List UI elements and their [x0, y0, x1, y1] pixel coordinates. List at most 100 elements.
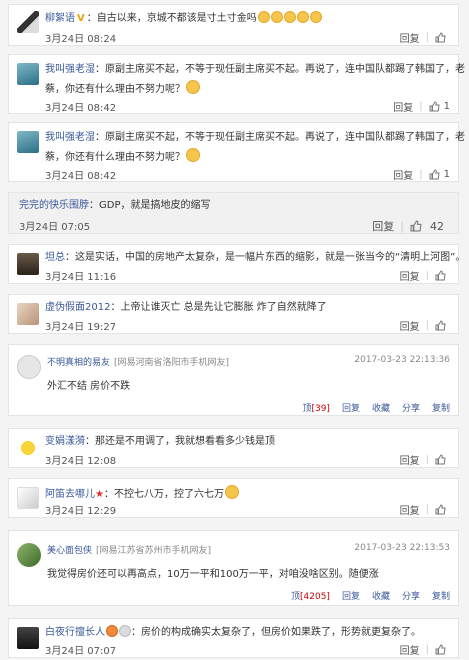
emoji-icon — [283, 11, 296, 23]
netease-date: 2017-03-23 22:13:36 — [354, 355, 450, 365]
emoji-icon — [224, 485, 239, 499]
emoji-icon — [186, 148, 200, 162]
reply-button[interactable]: 回复 — [400, 268, 420, 283]
comment-text-line2: 蔡，你还有什么理由不努力呢？ — [45, 152, 185, 163]
emoji-icon — [257, 11, 270, 23]
vip-badge-icon: V — [77, 13, 85, 24]
reply-button[interactable]: 回复 — [400, 642, 420, 657]
like-count: 1 — [443, 101, 450, 112]
comment-text-line2: 蔡，你还有什么理由不努力呢？ — [45, 84, 185, 95]
avatar[interactable] — [17, 63, 39, 85]
comment-author[interactable]: 我叫强老湿 — [45, 132, 95, 143]
collect-button[interactable]: 收藏 — [372, 401, 390, 414]
avatar[interactable] — [17, 627, 39, 649]
comment-text: ：上帝让谁灭亡 总是先让它膨胀 炸了自然就降了 — [110, 302, 327, 313]
reply-button[interactable]: 回复 — [400, 318, 420, 333]
comment-text: ：不控七八万，控了六七万 — [103, 489, 224, 500]
netease-comment-card: 不明真相的易友 [网易河南省洛阳市手机网友] 2017-03-23 22:13:3… — [8, 344, 459, 416]
reply-button[interactable]: 回复 — [393, 99, 413, 114]
reply-button[interactable]: 回复 — [400, 502, 420, 517]
comment-card: 我叫强老湿：原副主席买不起，不等于现任副主席买不起。再说了，连中国队都踢了韩国了… — [8, 54, 465, 114]
like-count: 1 — [443, 169, 450, 180]
comment-time: 3月24日 11:16 — [45, 272, 117, 283]
thumbs-up-icon[interactable] — [435, 644, 446, 655]
comment-text: ：房价的构成确实太复杂了，但房价如果跌了，形势就更复杂了。 — [131, 627, 421, 638]
reply-button[interactable]: 回复 — [400, 452, 420, 467]
comment-text: ：这是实话，中国的房地产太复杂，是一幅片东西的缩影，就是一张当今的“清明上河图”… — [65, 252, 466, 263]
comment-card: 变娟漾漪：那还是不用调了，我就想看看多少钱是顶 3月24日 12:08 回复 | — [8, 428, 459, 468]
netease-user[interactable]: 美心面包侠 — [47, 546, 92, 556]
comment-card: 白夜行擅长人 ：房价的构成确实太复杂了，但房价如果跌了，形势就更复杂了。 3月24… — [8, 618, 459, 658]
avatar[interactable] — [17, 253, 39, 275]
comment-time: 3月24日 07:05 — [19, 222, 91, 233]
reply-button[interactable]: 回复 — [342, 401, 360, 414]
netease-location: [网易河南省洛阳市手机网友] — [114, 358, 230, 368]
emoji-icon — [106, 625, 118, 637]
netease-comment-body: 我觉得房价还可以再高点，10万一平和100万一平，对咱没啥区别。随便涨 — [47, 569, 379, 580]
comment-text: ：GDP，就是搞地皮的缩写 — [89, 200, 211, 211]
reply-button[interactable]: 回复 — [400, 30, 420, 45]
avatar[interactable] — [17, 303, 39, 325]
copy-button[interactable]: 复制 — [432, 589, 450, 602]
comment-time: 3月24日 12:29 — [45, 506, 117, 517]
collect-button[interactable]: 收藏 — [372, 589, 390, 602]
comment-text: ：原副主席买不起，不等于现任副主席买不起。再说了，连中国队都踢了韩国了，老 — [95, 64, 465, 75]
thumbs-up-icon[interactable] — [435, 320, 446, 331]
share-button[interactable]: 分享 — [402, 401, 420, 414]
comment-time: 3月24日 19:27 — [45, 322, 117, 333]
netease-user[interactable]: 不明真相的易友 — [47, 358, 110, 368]
thumbs-up-icon[interactable] — [435, 270, 446, 281]
netease-location: [网易江苏省苏州市手机网友] — [96, 546, 212, 556]
comment-author[interactable]: 虚伪假面2012 — [45, 302, 110, 313]
comment-author[interactable]: 白夜行擅长人 — [45, 627, 105, 638]
copy-button[interactable]: 复制 — [432, 401, 450, 414]
comment-card: 我叫强老湿：原副主席买不起，不等于现任副主席买不起。再说了，连中国队都踢了韩国了… — [8, 122, 465, 182]
avatar[interactable] — [17, 437, 39, 459]
like-count: 42 — [430, 219, 444, 233]
comment-time: 3月24日 08:42 — [45, 171, 117, 182]
comment-author[interactable]: 我叫强老湿 — [45, 64, 95, 75]
emoji-icon — [186, 80, 200, 94]
comment-time: 3月24日 12:08 — [45, 456, 117, 467]
comment-text: ：那还是不用调了，我就想看看多少钱是顶 — [85, 436, 275, 447]
comment-card: 阿笛去哪儿★：不控七八万，控了六七万 3月24日 12:29 回复 | — [8, 478, 459, 518]
comment-card: 柳絮语 V ：自古以来，京城不都该是寸土寸金吗 3月24日 08:24 回复 | — [8, 4, 459, 46]
emoji-icon — [119, 625, 131, 637]
ding-button[interactable]: 顶[4205] — [291, 589, 330, 602]
comment-author[interactable]: 变娟漾漪 — [45, 436, 85, 447]
thumbs-up-icon[interactable] — [435, 32, 446, 43]
avatar[interactable] — [17, 11, 39, 33]
avatar[interactable] — [17, 355, 41, 379]
comment-time: 3月24日 08:42 — [45, 103, 117, 114]
comment-time: 3月24日 07:07 — [45, 646, 117, 657]
comment-author[interactable]: 完完的快乐围脖 — [19, 200, 89, 211]
star-badge-icon: ★ — [95, 489, 104, 500]
comment-author[interactable]: 柳絮语 — [45, 13, 75, 24]
comment-text: ：原副主席买不起，不等于现任副主席买不起。再说了，连中国队都踢了韩国了，老 — [95, 132, 465, 143]
comment-card: 坦总：这是实话，中国的房地产太复杂，是一幅片东西的缩影，就是一张当今的“清明上河… — [8, 244, 465, 284]
ding-button[interactable]: 顶[39] — [302, 401, 330, 414]
comment-card: 虚伪假面2012：上帝让谁灭亡 总是先让它膨胀 炸了自然就降了 3月24日 19… — [8, 294, 459, 334]
thumbs-up-icon[interactable] — [435, 504, 446, 515]
reply-button[interactable]: 回复 — [372, 218, 394, 234]
comment-time: 3月24日 08:24 — [45, 34, 117, 45]
thumbs-up-icon[interactable] — [429, 101, 440, 112]
comment-author[interactable]: 阿笛去哪儿 — [45, 489, 95, 500]
avatar[interactable] — [17, 131, 39, 153]
avatar[interactable] — [17, 487, 39, 509]
thumbs-up-icon[interactable] — [429, 169, 440, 180]
avatar[interactable] — [17, 543, 41, 567]
reply-button[interactable]: 回复 — [342, 589, 360, 602]
comment-card: 完完的快乐围脖：GDP，就是搞地皮的缩写 3月24日 07:05 回复 | 42 — [8, 192, 459, 234]
comment-author[interactable]: 坦总 — [45, 252, 65, 263]
emoji-icon — [270, 11, 283, 23]
share-button[interactable]: 分享 — [402, 589, 420, 602]
netease-comment-card: 美心面包侠 [网易江苏省苏州市手机网友] 2017-03-23 22:13:53 … — [8, 530, 459, 606]
netease-comment-body: 外汇不结 房价不跌 — [47, 381, 131, 392]
thumbs-up-icon[interactable] — [410, 220, 422, 232]
comment-text: ：自古以来，京城不都该是寸土寸金吗 — [86, 13, 257, 24]
reply-button[interactable]: 回复 — [393, 167, 413, 182]
thumbs-up-icon[interactable] — [435, 454, 446, 465]
emoji-icon — [309, 11, 322, 23]
emoji-icon — [296, 11, 309, 23]
